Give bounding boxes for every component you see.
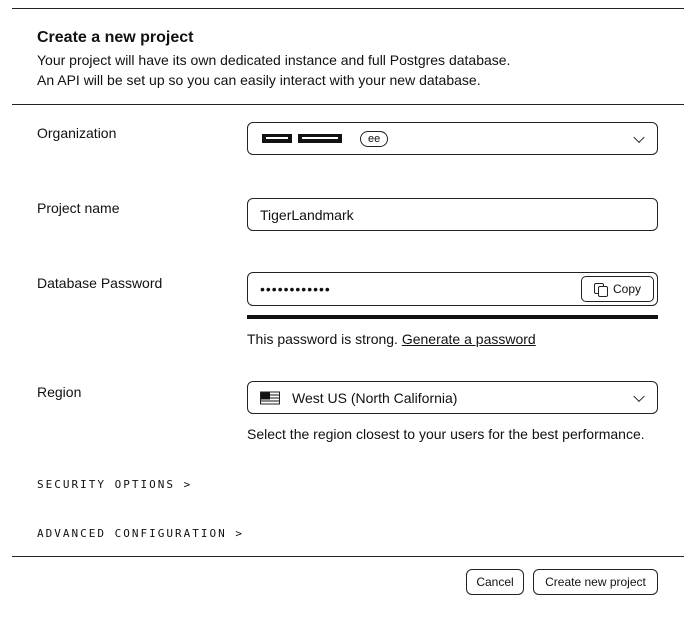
dialog-frame	[12, 8, 684, 608]
project-name-label: Project name	[37, 200, 120, 216]
org-name-redacted	[298, 134, 342, 143]
create-project-button[interactable]: Create new project	[533, 569, 658, 595]
region-select[interactable]: West US (North California)	[247, 381, 658, 414]
password-strength-bar	[247, 315, 658, 319]
dialog-subtitle-line2: An API will be set up so you can easily …	[37, 72, 481, 88]
dialog-subtitle-line1: Your project will have its own dedicated…	[37, 52, 511, 68]
password-masked-value: ••••••••••••	[260, 281, 331, 297]
project-name-value: TigerLandmark	[260, 206, 354, 223]
chevron-down-icon	[633, 390, 645, 402]
org-name-redacted	[262, 134, 292, 143]
header-divider	[12, 104, 684, 105]
region-label: Region	[37, 384, 82, 400]
organization-select[interactable]: ee	[247, 122, 658, 155]
database-password-label: Database Password	[37, 275, 163, 291]
project-name-input[interactable]: TigerLandmark	[247, 198, 658, 231]
dialog-title: Create a new project	[37, 29, 194, 46]
password-strength-text: This password is strong.	[247, 331, 398, 347]
region-value: West US (North California)	[292, 389, 458, 406]
footer-divider	[12, 556, 684, 557]
region-hint: Select the region closest to your users …	[247, 426, 645, 442]
password-strength-hint: This password is strong. Generate a pass…	[247, 331, 536, 347]
org-plan-badge: ee	[360, 130, 389, 147]
generate-password-link[interactable]: Generate a password	[402, 331, 536, 347]
copy-icon	[593, 282, 608, 297]
database-password-input[interactable]: •••••••••••• Copy	[247, 272, 658, 306]
organization-label: Organization	[37, 125, 117, 141]
us-flag-icon	[260, 391, 280, 404]
cancel-button[interactable]: Cancel	[466, 569, 524, 595]
copy-password-button[interactable]: Copy	[581, 276, 654, 302]
copy-button-label: Copy	[612, 282, 641, 296]
security-options-toggle[interactable]: SECURITY OPTIONS >	[37, 478, 192, 491]
advanced-configuration-toggle[interactable]: ADVANCED CONFIGURATION >	[37, 527, 244, 540]
